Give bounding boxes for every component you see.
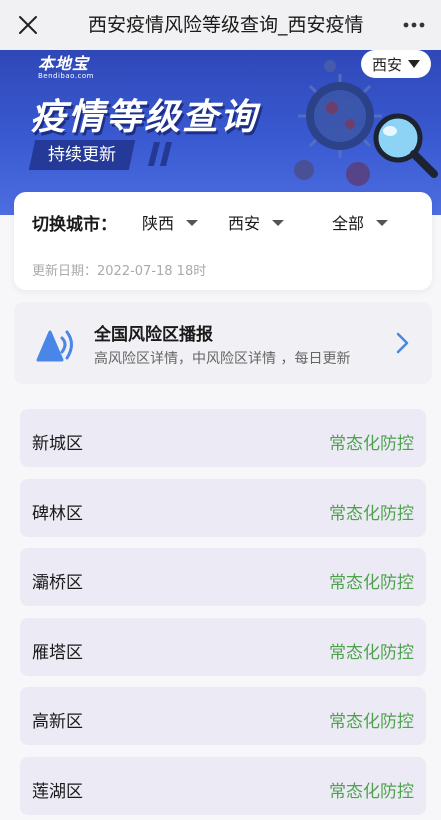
district-name: 灞桥区 — [32, 573, 83, 593]
district-list: 新城区 常态化防控 碑林区 常态化防控 灞桥区 常态化防控 雁塔区 常态化防控 … — [20, 409, 426, 820]
page-title: 西安疫情风险等级查询_西安疫情 — [88, 14, 364, 36]
district-name: 新城区 — [32, 434, 83, 454]
district-row[interactable]: 高新区 常态化防控 — [20, 687, 426, 745]
city-value: 西安 — [228, 214, 261, 233]
update-date: 更新日期：2022-07-18 18时 — [32, 264, 207, 279]
district-row[interactable]: 莲湖区 常态化防控 — [20, 756, 426, 815]
district-name: 碑林区 — [32, 503, 83, 524]
banner-tag: 持续更新 — [28, 140, 136, 170]
top-navigation-bar: 西安疫情风险等级查询_西安疫情 — [0, 0, 441, 50]
city-switch-card: 切换城市： 陕西 西安 全部 更新日期：2022-07-18 18时 — [14, 192, 432, 290]
district-status: 常态化防控 — [329, 434, 414, 454]
logo-name: 本地宝 — [38, 54, 90, 73]
triangle-down-icon — [408, 60, 420, 68]
banner-heading: 疫情等级查询 — [30, 97, 259, 138]
district-status: 常态化防控 — [329, 781, 414, 802]
logo-site: Bendibao.com — [38, 72, 95, 80]
more-icon[interactable] — [401, 14, 427, 36]
stripe-decoration — [148, 142, 172, 166]
district-row[interactable]: 雁塔区 常态化防控 — [20, 617, 426, 676]
caret-down-icon — [376, 219, 389, 226]
district-row[interactable]: 碑林区 常态化防控 — [20, 478, 426, 537]
district-status: 常态化防控 — [329, 712, 414, 732]
district-row[interactable]: 新城区 常态化防控 — [20, 409, 426, 467]
broadcast-subtitle: 高风险区详情，中风险区详情 ，每日更新 — [94, 351, 351, 367]
province-select[interactable]: 陕西 — [142, 210, 199, 234]
banner-tag-text: 持续更新 — [48, 145, 116, 165]
city-select[interactable]: 西安 — [228, 210, 285, 234]
logo: 本地宝 Bendibao.com — [38, 50, 94, 80]
province-value: 陕西 — [142, 214, 175, 233]
chevron-right-icon — [396, 332, 409, 354]
district-name: 莲湖区 — [32, 781, 83, 802]
district-name: 雁塔区 — [32, 642, 83, 663]
broadcast-title: 全国风险区播报 — [94, 325, 213, 345]
national-risk-broadcast[interactable]: 全国风险区播报 高风险区详情，中风险区详情 ，每日更新 — [14, 302, 432, 384]
district-row[interactable]: 灞桥区 常态化防控 — [20, 548, 426, 606]
switch-city-label: 切换城市： — [32, 215, 117, 235]
district-status: 常态化防控 — [329, 503, 414, 524]
broadcast-icon — [36, 330, 73, 362]
city-selector-pill[interactable]: 西安 — [361, 50, 431, 78]
banner: 本地宝 Bendibao.com 疫情等级查询 持续更新 西安 — [0, 50, 441, 215]
district-status: 常态化防控 — [329, 573, 414, 593]
district-status: 常态化防控 — [329, 642, 414, 663]
city-pill-label: 西安 — [371, 55, 402, 74]
district-name: 高新区 — [32, 712, 83, 732]
close-icon[interactable] — [16, 13, 40, 37]
district-value: 全部 — [332, 214, 365, 233]
caret-down-icon — [272, 219, 285, 226]
caret-down-icon — [186, 219, 199, 226]
district-select[interactable]: 全部 — [332, 210, 389, 234]
